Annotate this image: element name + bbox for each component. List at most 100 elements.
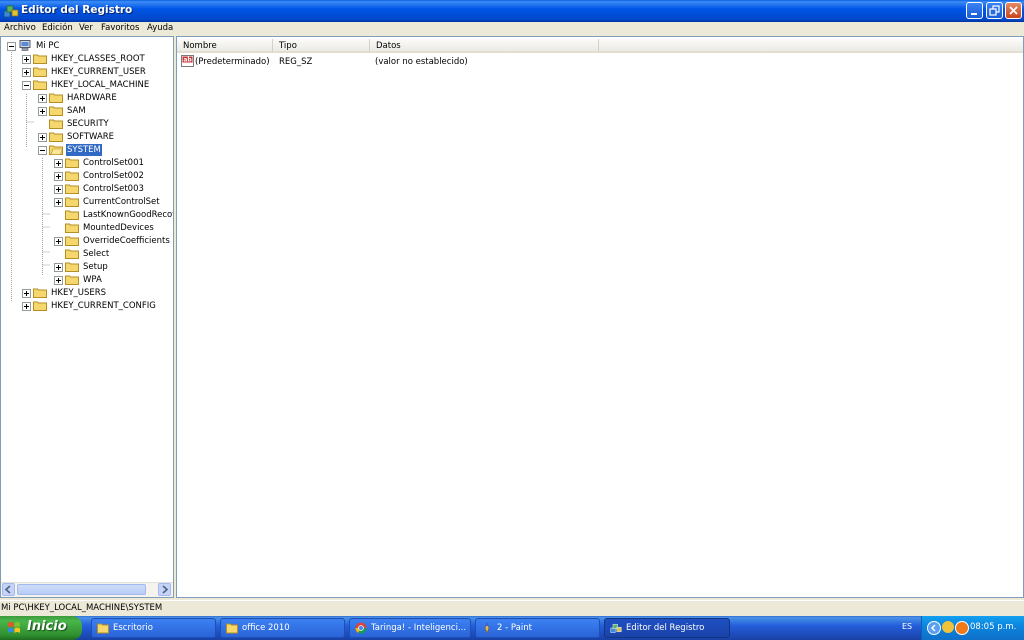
folder-icon [33,301,47,311]
open-folder-icon [49,145,63,155]
tray-network-icon[interactable] [942,621,954,633]
value-data: (valor no establecido) [375,57,468,67]
column-header-nombre[interactable]: Nombre [177,39,273,53]
start-button[interactable]: Inicio [0,616,82,640]
tree-node-sam[interactable]: SAM [38,105,172,117]
tree-node-hkcu[interactable]: HKEY_CURRENT_USER [22,66,172,78]
scroll-left-button[interactable] [2,583,15,596]
minimize-button[interactable] [966,2,983,19]
tree-node-lastknowngood[interactable]: LastKnownGoodRecove [54,209,173,221]
tree-label: ControlSet002 [83,171,144,181]
tree-node-currentcontrolset[interactable]: CurrentControlSet [54,196,172,208]
tree-node-wpa[interactable]: WPA [54,274,172,286]
list-item[interactable]: ab (Predeterminado) REG_SZ (valor no est… [180,55,680,69]
task-paint[interactable]: 2 - Paint [475,618,600,638]
expand-icon[interactable] [54,276,63,285]
tree-label: SAM [67,106,86,116]
scroll-thumb[interactable] [17,584,146,595]
tree-node-setup[interactable]: Setup [54,261,172,273]
task-label: Taringa! - Inteligenci... [371,623,467,633]
registry-tree[interactable]: Mi PC HKEY_CLASSES_ROOT HKEY_CURRENT_USE… [0,36,174,598]
collapse-icon[interactable] [38,146,47,155]
task-office-2010[interactable]: office 2010 [220,618,345,638]
regedit-icon [610,623,622,633]
folder-icon [49,106,63,116]
tree-node-system[interactable]: SYSTEM [38,144,172,156]
folder-icon [97,623,109,634]
svg-text:ab: ab [183,57,192,64]
tray-expand-icon[interactable] [927,621,941,635]
scroll-right-button[interactable] [158,583,171,596]
open-folder-icon [33,80,47,90]
folder-icon [33,288,47,298]
tree-node-hkcc[interactable]: HKEY_CURRENT_CONFIG [22,300,172,312]
column-header-datos[interactable]: Datos [370,39,599,53]
folder-icon [49,93,63,103]
expand-icon[interactable] [38,133,47,142]
tree-label: HARDWARE [67,93,117,103]
menu-archivo[interactable]: Archivo [3,23,37,33]
tree-label: SECURITY [67,119,109,129]
tree-node-software[interactable]: SOFTWARE [38,131,172,143]
tree-node-hku[interactable]: HKEY_USERS [22,287,172,299]
expand-icon[interactable] [54,185,63,194]
expand-icon[interactable] [54,172,63,181]
tree-node-controlset003[interactable]: ControlSet003 [54,183,172,195]
restore-button[interactable] [986,2,1003,19]
task-escritorio[interactable]: Escritorio [91,618,216,638]
task-editor-registro[interactable]: Editor del Registro [604,618,730,638]
folder-icon [65,262,79,272]
expand-icon[interactable] [54,198,63,207]
folder-icon [65,275,79,285]
tree-label: HKEY_USERS [51,288,107,298]
restore-icon [989,5,1000,16]
tree-node-mi-pc[interactable]: Mi PC [7,40,167,52]
menu-edicion[interactable]: Edición [41,23,74,33]
tree-node-controlset001[interactable]: ControlSet001 [54,157,172,169]
folder-icon [65,171,79,181]
horizontal-scrollbar[interactable] [1,582,173,597]
chrome-icon [355,622,367,634]
taskbar: Inicio Escritorio office 2010 Taringa! -… [0,616,1024,640]
collapse-icon[interactable] [22,81,31,90]
tree-node-hardware[interactable]: HARDWARE [38,92,172,104]
close-button[interactable] [1005,2,1022,19]
tree-label: HKEY_CLASSES_ROOT [51,54,145,64]
clock[interactable]: 08:05 p.m. [970,622,1016,632]
tray-app-icon[interactable] [955,621,969,635]
folder-icon [226,623,238,634]
folder-icon [65,158,79,168]
expand-icon[interactable] [54,263,63,272]
tree-label: HKEY_CURRENT_USER [51,67,146,77]
tree-node-hklm[interactable]: HKEY_LOCAL_MACHINE [22,79,172,91]
tree-node-select[interactable]: Select [54,248,172,260]
arrow-left-icon [4,585,11,594]
expand-icon[interactable] [38,107,47,116]
tree-node-mounteddevices[interactable]: MountedDevices [54,222,172,234]
collapse-icon[interactable] [7,42,16,51]
tree-node-controlset002[interactable]: ControlSet002 [54,170,172,182]
tree-node-security[interactable]: SECURITY [38,118,172,130]
expand-icon[interactable] [54,159,63,168]
expand-icon[interactable] [22,289,31,298]
language-indicator[interactable]: ES [902,622,912,631]
menu-ver[interactable]: Ver [78,23,94,33]
expand-icon[interactable] [22,55,31,64]
menu-favoritos[interactable]: Favoritos [100,23,140,33]
tree-label: SOFTWARE [67,132,115,142]
tree-node-overridecoefficients[interactable]: OverrideCoefficients [54,235,172,247]
chevron-left-icon [930,624,936,632]
string-value-icon: ab [181,55,194,67]
tree-node-hkcr[interactable]: HKEY_CLASSES_ROOT [22,53,172,65]
tree-label: ControlSet003 [83,184,144,194]
values-list[interactable]: Nombre Tipo Datos ab (Predeterminado) RE… [176,36,1024,598]
column-header-tipo[interactable]: Tipo [273,39,370,53]
title-bar[interactable]: Editor del Registro [0,0,1024,22]
expand-icon[interactable] [54,237,63,246]
tree-label: CurrentControlSet [83,197,160,207]
expand-icon[interactable] [38,94,47,103]
task-taringa[interactable]: Taringa! - Inteligenci... [349,618,471,638]
expand-icon[interactable] [22,68,31,77]
expand-icon[interactable] [22,302,31,311]
menu-ayuda[interactable]: Ayuda [146,23,174,33]
